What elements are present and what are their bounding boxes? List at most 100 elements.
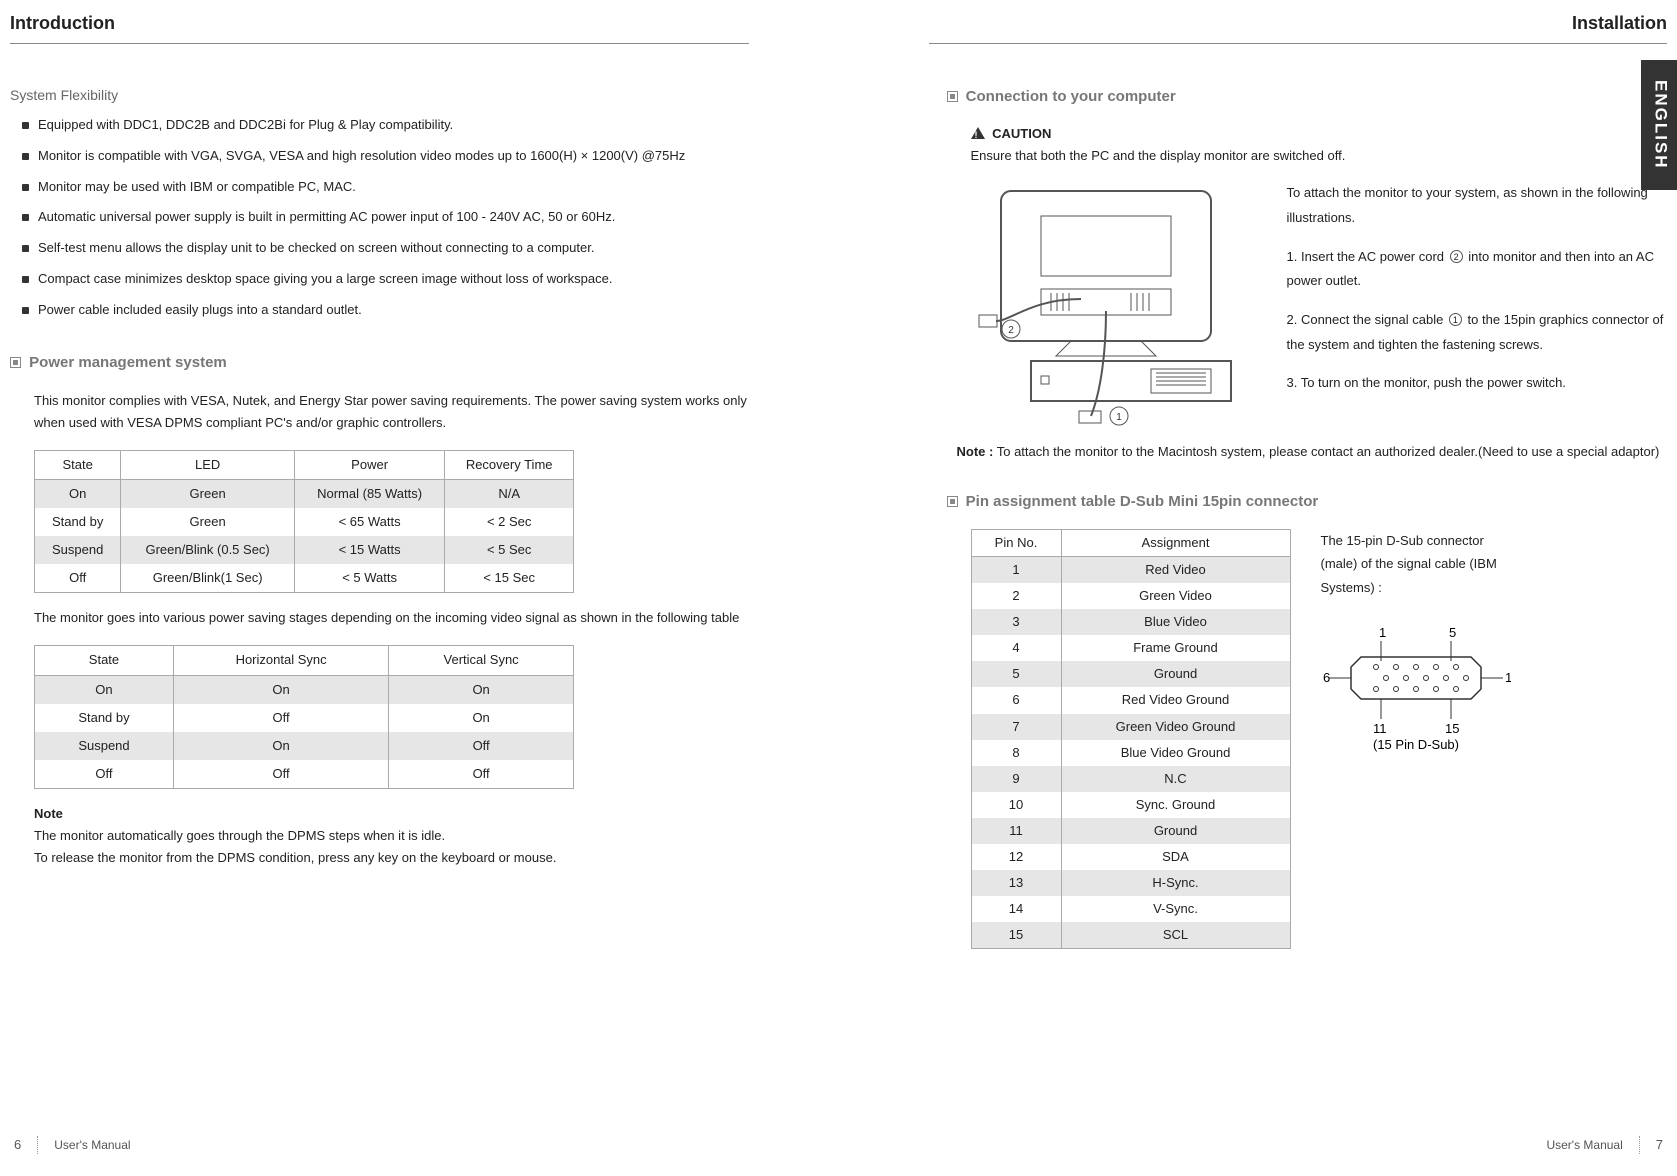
col-header: Power bbox=[294, 450, 444, 479]
cell: Off bbox=[35, 760, 174, 789]
svg-text:(15 Pin D-Sub): (15 Pin D-Sub) bbox=[1373, 737, 1459, 752]
svg-text:15: 15 bbox=[1445, 721, 1459, 736]
footer-text: User's Manual bbox=[1546, 1135, 1622, 1155]
page-title-left: Introduction bbox=[10, 8, 749, 39]
cell: Stand by bbox=[35, 508, 121, 536]
pms-description: This monitor complies with VESA, Nutek, … bbox=[34, 390, 749, 434]
page-title-right: Installation bbox=[929, 8, 1668, 39]
cell: On bbox=[35, 675, 174, 704]
cell: Green Video Ground bbox=[1061, 714, 1290, 740]
pin-assignment-heading: Pin assignment table D-Sub Mini 15pin co… bbox=[947, 489, 1668, 515]
svg-text:1: 1 bbox=[1116, 412, 1122, 423]
footer-text: User's Manual bbox=[54, 1135, 130, 1155]
cell: Sync. Ground bbox=[1061, 792, 1290, 818]
dsub-diagram: 1 5 6 10 bbox=[1321, 623, 1521, 760]
connection-heading: Connection to your computer bbox=[947, 84, 1668, 110]
note-text: To attach the monitor to the Macintosh s… bbox=[993, 444, 1659, 459]
svg-text:6: 6 bbox=[1323, 670, 1330, 685]
list-item: Automatic universal power supply is buil… bbox=[38, 205, 749, 230]
cell: Red Video Ground bbox=[1061, 687, 1290, 713]
footer-left: 6 User's Manual bbox=[14, 1134, 131, 1156]
cell: SDA bbox=[1061, 844, 1290, 870]
step-1: 1. Insert the AC power cord 2 into monit… bbox=[1287, 245, 1668, 294]
pin-table: Pin No. Assignment 1Red Video 2Green Vid… bbox=[971, 529, 1291, 950]
cell: Suspend bbox=[35, 536, 121, 564]
cell: 13 bbox=[971, 870, 1061, 896]
cell: 1 bbox=[971, 556, 1061, 583]
cell: < 2 Sec bbox=[445, 508, 574, 536]
power-management-heading: Power management system bbox=[10, 350, 749, 376]
svg-text:1: 1 bbox=[1379, 625, 1386, 640]
cell: H-Sync. bbox=[1061, 870, 1290, 896]
col-header: Recovery Time bbox=[445, 450, 574, 479]
section-bullet-icon bbox=[947, 91, 958, 102]
cell: V-Sync. bbox=[1061, 896, 1290, 922]
dsub-description: The 15-pin D-Sub connector (male) of the… bbox=[1321, 529, 1521, 599]
step-text: 2. Connect the signal cable bbox=[1287, 312, 1447, 327]
cell: 6 bbox=[971, 687, 1061, 713]
cell: Blue Video Ground bbox=[1061, 740, 1290, 766]
list-item: Equipped with DDC1, DDC2B and DDC2Bi for… bbox=[38, 113, 749, 138]
feature-list: Equipped with DDC1, DDC2B and DDC2Bi for… bbox=[10, 113, 749, 322]
cell: Off bbox=[173, 760, 388, 789]
col-header: State bbox=[35, 450, 121, 479]
cell: Green/Blink(1 Sec) bbox=[121, 564, 295, 593]
mac-note: Note : To attach the monitor to the Maci… bbox=[957, 441, 1668, 463]
warning-icon bbox=[971, 127, 985, 139]
cell: Off bbox=[389, 732, 574, 760]
cell: 12 bbox=[971, 844, 1061, 870]
col-header: LED bbox=[121, 450, 295, 479]
sync-table: State Horizontal Sync Vertical Sync On O… bbox=[34, 645, 574, 788]
section-head-text: Power management system bbox=[29, 354, 227, 371]
cell: 4 bbox=[971, 635, 1061, 661]
note-label: Note : bbox=[957, 444, 994, 459]
list-item: Power cable included easily plugs into a… bbox=[38, 298, 749, 323]
cell: Off bbox=[173, 704, 388, 732]
col-header: Horizontal Sync bbox=[173, 646, 388, 675]
page-number: 6 bbox=[14, 1134, 21, 1156]
step-3: 3. To turn on the monitor, push the powe… bbox=[1287, 371, 1668, 396]
svg-text:10: 10 bbox=[1505, 670, 1511, 685]
step-text: 1. Insert the AC power cord bbox=[1287, 249, 1448, 264]
svg-text:5: 5 bbox=[1449, 625, 1456, 640]
cell: N.C bbox=[1061, 766, 1290, 792]
cell: Green bbox=[121, 479, 295, 508]
cell: Off bbox=[35, 564, 121, 593]
cell: On bbox=[173, 675, 388, 704]
power-table: State LED Power Recovery Time On Green N… bbox=[34, 450, 574, 593]
cell: Red Video bbox=[1061, 556, 1290, 583]
cell: SCL bbox=[1061, 922, 1290, 949]
stage-text: The monitor goes into various power savi… bbox=[34, 607, 749, 629]
caution-label: CAUTION bbox=[992, 126, 1051, 141]
note-text: To release the monitor from the DPMS con… bbox=[34, 847, 749, 869]
note-text: The monitor automatically goes through t… bbox=[34, 825, 749, 847]
step-2: 2. Connect the signal cable 1 to the 15p… bbox=[1287, 308, 1668, 357]
svg-text:11: 11 bbox=[1373, 721, 1387, 736]
cell: Blue Video bbox=[1061, 609, 1290, 635]
cell: 10 bbox=[971, 792, 1061, 818]
cell: 7 bbox=[971, 714, 1061, 740]
col-header: Assignment bbox=[1061, 529, 1290, 556]
cell: 14 bbox=[971, 896, 1061, 922]
cell: Off bbox=[389, 760, 574, 789]
list-item: Monitor may be used with IBM or compatib… bbox=[38, 175, 749, 200]
cell: Green Video bbox=[1061, 583, 1290, 609]
cell: Normal (85 Watts) bbox=[294, 479, 444, 508]
cell: 2 bbox=[971, 583, 1061, 609]
language-tab: ENGLISH bbox=[1641, 60, 1677, 190]
callout-1-icon: 1 bbox=[1449, 313, 1462, 326]
section-head-text: Connection to your computer bbox=[966, 88, 1176, 105]
cell: < 15 Sec bbox=[445, 564, 574, 593]
cell: Stand by bbox=[35, 704, 174, 732]
section-bullet-icon bbox=[947, 496, 958, 507]
col-header: Vertical Sync bbox=[389, 646, 574, 675]
page-number: 7 bbox=[1656, 1134, 1663, 1156]
footer-right: User's Manual 7 bbox=[1546, 1134, 1663, 1156]
cell: 11 bbox=[971, 818, 1061, 844]
cell: 5 bbox=[971, 661, 1061, 687]
svg-text:2: 2 bbox=[1008, 325, 1014, 336]
cell: 15 bbox=[971, 922, 1061, 949]
caution-text: Ensure that both the PC and the display … bbox=[971, 145, 1668, 167]
cell: N/A bbox=[445, 479, 574, 508]
attach-intro: To attach the monitor to your system, as… bbox=[1287, 181, 1668, 230]
